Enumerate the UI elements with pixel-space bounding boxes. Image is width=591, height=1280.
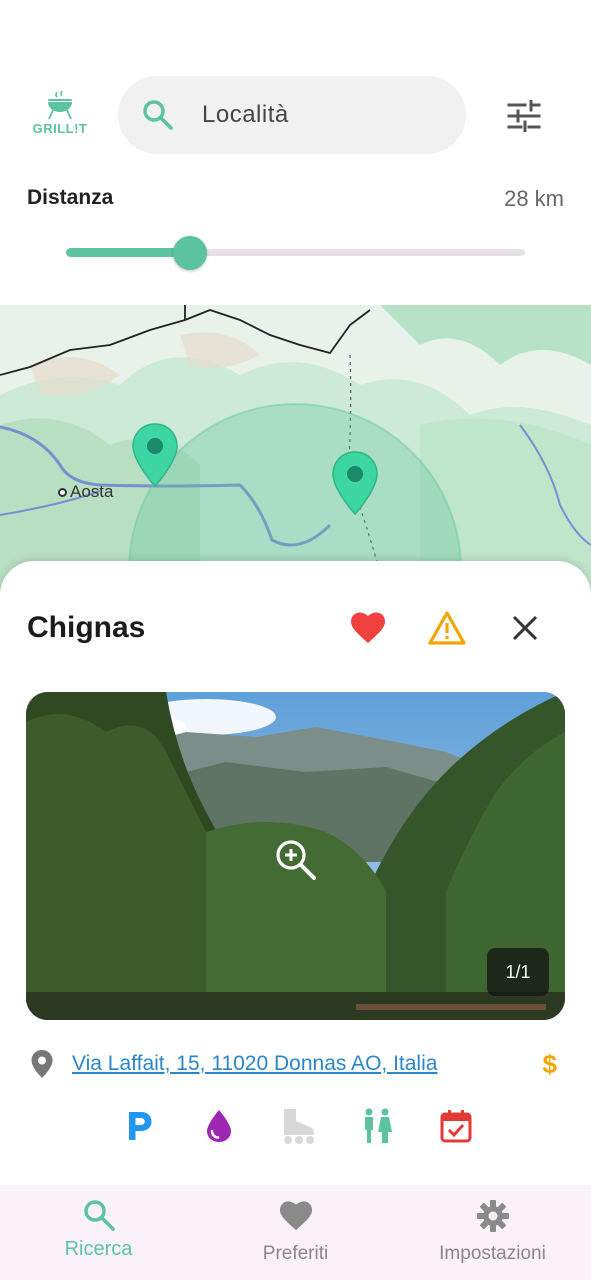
search-icon bbox=[83, 1200, 115, 1231]
nav-item-preferiti[interactable]: Preferiti bbox=[197, 1185, 394, 1280]
nav-item-ricerca[interactable]: Ricerca bbox=[0, 1185, 197, 1280]
gear-icon bbox=[476, 1200, 509, 1232]
slider-fill bbox=[66, 248, 190, 257]
place-detail-sheet: Chignas 1/1 Via Laffait, 15, 11020 Donna… bbox=[0, 561, 591, 1185]
warning-icon bbox=[428, 611, 466, 645]
map-marker-pin[interactable] bbox=[131, 422, 179, 488]
grill-icon bbox=[48, 90, 72, 120]
address-link[interactable]: Via Laffait, 15, 11020 Donnas AO, Italia bbox=[72, 1052, 437, 1076]
map-marker-pin[interactable] bbox=[331, 450, 379, 516]
calendar-icon bbox=[434, 1104, 478, 1148]
close-button[interactable] bbox=[505, 608, 545, 648]
report-button[interactable] bbox=[426, 608, 468, 648]
distance-slider[interactable] bbox=[66, 236, 525, 270]
amenities-row bbox=[118, 1104, 478, 1148]
logo-text: GRILL!T bbox=[32, 121, 88, 136]
search-input[interactable]: Località bbox=[202, 101, 289, 129]
city-dot bbox=[58, 487, 67, 497]
city-name: Aosta bbox=[70, 482, 114, 501]
search-icon bbox=[143, 100, 173, 130]
photo-counter: 1/1 bbox=[487, 948, 549, 996]
address-row: Via Laffait, 15, 11020 Donnas AO, Italia… bbox=[30, 1049, 565, 1079]
bottom-navigation: Ricerca Preferiti Impostazioni bbox=[0, 1185, 591, 1280]
location-pin-icon bbox=[31, 1050, 53, 1078]
close-icon bbox=[512, 615, 538, 641]
header: GRILL!T Località Distanza 28 km bbox=[0, 0, 591, 305]
nav-label: Preferiti bbox=[262, 1243, 329, 1264]
map-terrain bbox=[0, 305, 591, 605]
heart-icon bbox=[279, 1201, 312, 1231]
place-photo[interactable]: 1/1 bbox=[26, 692, 565, 1020]
search-bar[interactable]: Località bbox=[118, 76, 466, 154]
parking-icon bbox=[118, 1104, 162, 1148]
nav-label: Ricerca bbox=[64, 1238, 133, 1260]
nav-label: Impostazioni bbox=[439, 1243, 546, 1264]
water-drop-icon bbox=[197, 1104, 241, 1148]
map-city-label: Aosta bbox=[58, 482, 113, 502]
nav-item-impostazioni[interactable]: Impostazioni bbox=[394, 1185, 591, 1280]
tune-icon bbox=[507, 100, 541, 132]
rollerskate-icon bbox=[276, 1104, 320, 1148]
favorite-button[interactable] bbox=[346, 608, 390, 648]
filter-button[interactable] bbox=[502, 96, 546, 136]
distance-value: 28 km bbox=[504, 186, 564, 211]
price-indicator: $ bbox=[542, 1048, 557, 1079]
restroom-icon bbox=[355, 1104, 399, 1148]
app-logo: GRILL!T bbox=[30, 90, 90, 140]
distance-label: Distanza bbox=[27, 186, 114, 209]
place-title: Chignas bbox=[27, 611, 146, 644]
map-view[interactable]: Aosta bbox=[0, 305, 591, 605]
slider-thumb[interactable] bbox=[172, 236, 207, 270]
heart-icon bbox=[351, 612, 385, 643]
zoom-in-icon[interactable] bbox=[274, 838, 318, 882]
